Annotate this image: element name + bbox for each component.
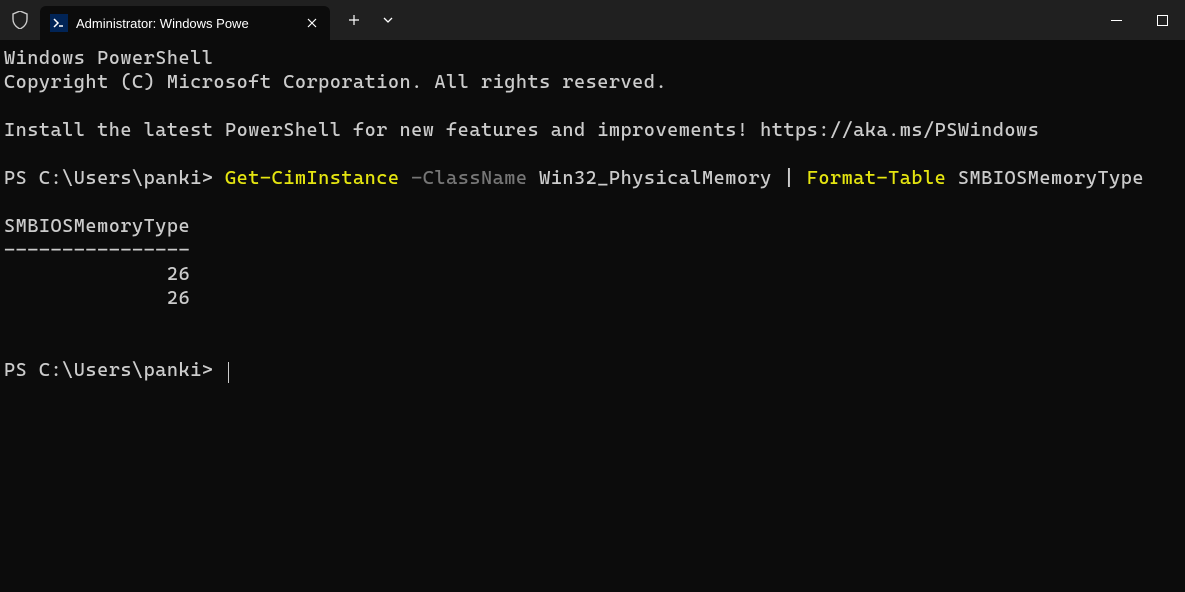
output-column-header: SMBIOSMemoryType	[4, 215, 190, 237]
titlebar-left: Administrator: Windows Powe	[0, 0, 404, 40]
output-row: 26	[4, 263, 190, 285]
minimize-button[interactable]	[1093, 0, 1139, 40]
tab-dropdown-button[interactable]	[372, 4, 404, 36]
powershell-icon	[50, 14, 68, 32]
tab-close-button[interactable]	[304, 15, 320, 31]
cmdlet-name: Get-CimInstance	[225, 167, 400, 189]
output-divider: ----------------	[4, 239, 190, 261]
tab-title: Administrator: Windows Powe	[76, 16, 296, 31]
cmdlet-name: Format-Table	[807, 167, 947, 189]
parameter-value: Win32_PhysicalMemory |	[528, 167, 807, 189]
parameter-name: -ClassName	[400, 167, 528, 189]
prompt-prefix: PS C:\Users\panki>	[4, 167, 225, 189]
prompt-prefix: PS C:\Users\panki>	[4, 359, 213, 381]
new-tab-button[interactable]	[336, 4, 372, 36]
maximize-button[interactable]	[1139, 0, 1185, 40]
parameter-value: SMBIOSMemoryType	[946, 167, 1144, 189]
active-tab[interactable]: Administrator: Windows Powe	[40, 6, 330, 40]
copyright-text: Copyright (C) Microsoft Corporation. All…	[4, 71, 667, 93]
output-row: 26	[4, 287, 190, 309]
window-controls	[1093, 0, 1185, 40]
admin-shield-icon	[0, 0, 40, 40]
text-cursor	[228, 362, 229, 383]
header-text: Windows PowerShell	[4, 47, 213, 69]
terminal-output[interactable]: Windows PowerShell Copyright (C) Microso…	[0, 40, 1185, 388]
window-titlebar: Administrator: Windows Powe	[0, 0, 1185, 40]
install-message: Install the latest PowerShell for new fe…	[4, 119, 1039, 141]
